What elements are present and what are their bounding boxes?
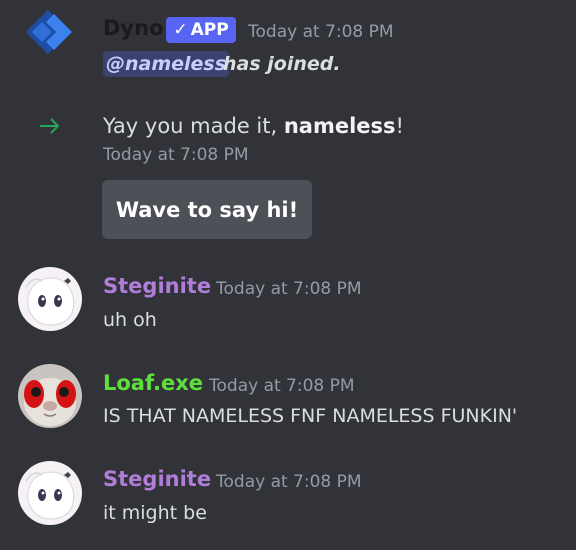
loaf-avatar-image: [18, 364, 82, 428]
steginite-timestamp: Today at 7:08 PM: [216, 472, 362, 492]
app-badge: ✓ APP: [166, 17, 236, 43]
welcome-prefix: Yay you made it,: [103, 114, 284, 138]
steginite-avatar[interactable]: [18, 461, 82, 525]
steginite-username[interactable]: Steginite: [103, 467, 211, 491]
welcome-timestamp: Today at 7:08 PM: [103, 145, 249, 165]
steginite-avatar-image: [18, 267, 82, 331]
app-badge-label: APP: [190, 20, 229, 40]
steginite-avatar-image: [18, 461, 82, 525]
wave-button[interactable]: Wave to say hi!: [102, 180, 312, 239]
message-text: it might be: [103, 502, 207, 524]
message-text: uh oh: [103, 309, 157, 331]
loaf-username[interactable]: Loaf.exe: [103, 371, 203, 395]
message-text: IS THAT NAMELESS FNF NAMELESS FUNKIN': [103, 405, 518, 427]
joined-text: has joined.: [223, 53, 341, 75]
welcome-text: Yay you made it, nameless!: [103, 114, 404, 138]
welcome-name[interactable]: nameless: [284, 114, 396, 138]
welcome-suffix: !: [395, 114, 404, 138]
loaf-avatar[interactable]: [18, 364, 82, 428]
dyno-avatar[interactable]: [18, 0, 82, 64]
check-icon: ✓: [173, 20, 188, 40]
dyno-logo-icon: [26, 10, 72, 54]
steginite-username[interactable]: Steginite: [103, 274, 211, 298]
dyno-username[interactable]: Dyno: [103, 16, 164, 40]
user-mention[interactable]: @nameless: [103, 51, 230, 77]
loaf-timestamp: Today at 7:08 PM: [209, 376, 355, 396]
steginite-timestamp: Today at 7:08 PM: [216, 279, 362, 299]
join-arrow-icon: [40, 118, 60, 134]
dyno-timestamp: Today at 7:08 PM: [248, 22, 394, 42]
steginite-avatar[interactable]: [18, 267, 82, 331]
